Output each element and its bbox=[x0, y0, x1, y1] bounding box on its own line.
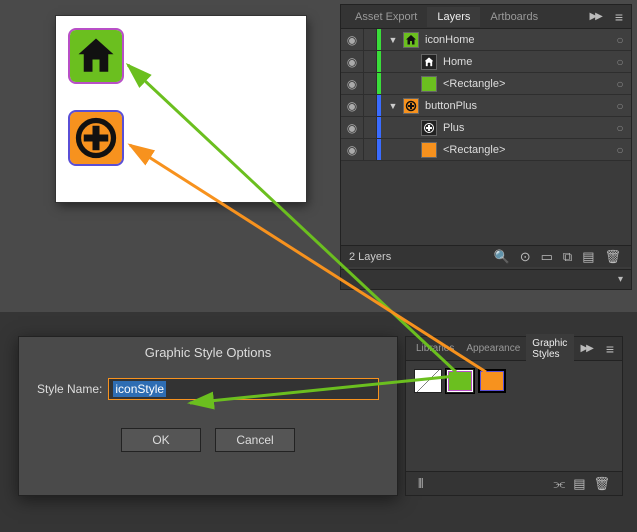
home-icon bbox=[75, 35, 117, 77]
plus-circle-icon bbox=[75, 117, 117, 159]
dialog-title: Graphic Style Options bbox=[19, 337, 397, 378]
lock-toggle[interactable] bbox=[363, 117, 377, 138]
layer-row[interactable]: ◉ <Rectangle>○ bbox=[341, 73, 631, 95]
style-swatch-orange[interactable] bbox=[478, 369, 506, 393]
tab-graphic-styles[interactable]: Graphic Styles bbox=[526, 334, 574, 364]
layer-row[interactable]: ◉ ▼ buttonPlus○ bbox=[341, 95, 631, 117]
layer-name-label[interactable]: <Rectangle> bbox=[441, 144, 609, 156]
collapse-panel-icon[interactable]: ▶▶ bbox=[574, 343, 597, 354]
lock-toggle[interactable] bbox=[363, 29, 377, 50]
artwork-icon-plus[interactable] bbox=[70, 112, 122, 164]
visibility-toggle-icon[interactable]: ◉ bbox=[341, 77, 363, 91]
graphic-styles-panel: Libraries Appearance Graphic Styles ▶▶ ≡… bbox=[405, 336, 623, 496]
new-sublayer-icon[interactable]: ⧉ bbox=[563, 249, 572, 265]
layer-color-bar bbox=[377, 139, 381, 160]
layers-panel-status: 2 Layers 🔍 ⊙ ▭ ⧉ ▤ 🗑 bbox=[341, 245, 631, 267]
visibility-toggle-icon[interactable]: ◉ bbox=[341, 55, 363, 69]
target-icon[interactable]: ○ bbox=[609, 143, 631, 157]
new-style-icon[interactable]: ▤ bbox=[569, 476, 589, 492]
layer-color-bar bbox=[377, 117, 381, 138]
panel-menu-icon[interactable]: ≡ bbox=[607, 9, 631, 25]
styles-menu-icon[interactable]: ⫴ bbox=[414, 476, 427, 492]
disclosure-triangle-icon[interactable]: ▼ bbox=[387, 101, 399, 111]
layer-name-label[interactable]: Plus bbox=[441, 122, 609, 134]
layer-color-bar bbox=[377, 95, 381, 116]
layer-rows: ◉▼iconHome○◉Home○◉<Rectangle>○◉▼buttonPl… bbox=[341, 29, 631, 161]
layers-panel-footer-icons: 🔍 ⊙ ▭ ⧉ ▤ 🗑 bbox=[494, 249, 632, 265]
tab-layers[interactable]: Layers bbox=[427, 7, 480, 27]
tab-artboards[interactable]: Artboards bbox=[480, 7, 548, 27]
artboard-canvas bbox=[56, 16, 306, 202]
layers-panel: Asset Export Layers Artboards ▶▶ ≡ ◉ ▼ ico… bbox=[340, 4, 632, 290]
styles-panel-footer: ⫴ ⫘ ▤ 🗑 bbox=[406, 471, 622, 495]
layer-thumbnail bbox=[421, 76, 437, 92]
layer-thumbnail bbox=[421, 120, 437, 136]
target-icon[interactable]: ○ bbox=[609, 77, 631, 91]
style-swatch-default[interactable] bbox=[414, 369, 442, 393]
layer-thumbnail bbox=[421, 142, 437, 158]
style-name-input[interactable]: iconStyle bbox=[108, 378, 379, 400]
trash-icon[interactable]: 🗑 bbox=[604, 249, 621, 265]
trash-icon[interactable]: 🗑 bbox=[589, 476, 614, 492]
layer-thumbnail bbox=[403, 32, 419, 48]
layer-row[interactable]: ◉ ▼ iconHome○ bbox=[341, 29, 631, 51]
target-icon[interactable]: ○ bbox=[609, 99, 631, 113]
chevron-down-icon: ▾ bbox=[618, 274, 623, 285]
locate-icon[interactable]: ⊙ bbox=[520, 249, 531, 265]
artwork-icon-home[interactable] bbox=[70, 30, 122, 82]
layer-name-label[interactable]: Home bbox=[441, 56, 609, 68]
search-icon[interactable]: 🔍 bbox=[494, 249, 510, 265]
layer-color-bar bbox=[377, 51, 381, 72]
lock-toggle[interactable] bbox=[363, 73, 377, 94]
layer-count-label: 2 Layers bbox=[341, 251, 494, 263]
visibility-toggle-icon[interactable]: ◉ bbox=[341, 121, 363, 135]
layer-thumbnail bbox=[403, 98, 419, 114]
break-link-icon[interactable]: ⫘ bbox=[549, 476, 569, 492]
layer-color-bar bbox=[377, 29, 381, 50]
layer-row[interactable]: ◉ <Rectangle>○ bbox=[341, 139, 631, 161]
visibility-toggle-icon[interactable]: ◉ bbox=[341, 99, 363, 113]
panel-collapse-bar[interactable]: ▾ bbox=[341, 269, 631, 289]
style-swatch-green[interactable] bbox=[446, 369, 474, 393]
lock-toggle[interactable] bbox=[363, 51, 377, 72]
tab-libraries[interactable]: Libraries bbox=[410, 339, 460, 358]
target-icon[interactable]: ○ bbox=[609, 33, 631, 47]
styles-swatch-area bbox=[406, 361, 622, 401]
tab-asset-export[interactable]: Asset Export bbox=[345, 7, 427, 27]
graphic-style-options-dialog: Graphic Style Options Style Name: iconSt… bbox=[18, 336, 398, 496]
ok-button[interactable]: OK bbox=[121, 428, 201, 452]
layer-color-bar bbox=[377, 73, 381, 94]
target-icon[interactable]: ○ bbox=[609, 121, 631, 135]
disclosure-triangle-icon[interactable]: ▼ bbox=[387, 35, 399, 45]
visibility-toggle-icon[interactable]: ◉ bbox=[341, 143, 363, 157]
new-layer-icon[interactable]: ▤ bbox=[582, 249, 594, 265]
layers-panel-tabs: Asset Export Layers Artboards ▶▶ ≡ bbox=[341, 5, 631, 29]
layer-name-label[interactable]: iconHome bbox=[423, 34, 609, 46]
target-icon[interactable]: ○ bbox=[609, 55, 631, 69]
cancel-button[interactable]: Cancel bbox=[215, 428, 295, 452]
lock-toggle[interactable] bbox=[363, 95, 377, 116]
layer-row[interactable]: ◉ Home○ bbox=[341, 51, 631, 73]
layer-row[interactable]: ◉ Plus○ bbox=[341, 117, 631, 139]
panel-menu-icon[interactable]: ≡ bbox=[598, 341, 622, 357]
clip-mask-icon[interactable]: ▭ bbox=[541, 249, 553, 265]
visibility-toggle-icon[interactable]: ◉ bbox=[341, 33, 363, 47]
style-name-label: Style Name: bbox=[37, 382, 102, 396]
layer-name-label[interactable]: buttonPlus bbox=[423, 100, 609, 112]
lock-toggle[interactable] bbox=[363, 139, 377, 160]
layer-thumbnail bbox=[421, 54, 437, 70]
collapse-panel-icon[interactable]: ▶▶ bbox=[583, 11, 606, 22]
tab-appearance[interactable]: Appearance bbox=[460, 339, 526, 358]
styles-panel-tabs: Libraries Appearance Graphic Styles ▶▶ ≡ bbox=[406, 337, 622, 361]
layer-name-label[interactable]: <Rectangle> bbox=[441, 78, 609, 90]
